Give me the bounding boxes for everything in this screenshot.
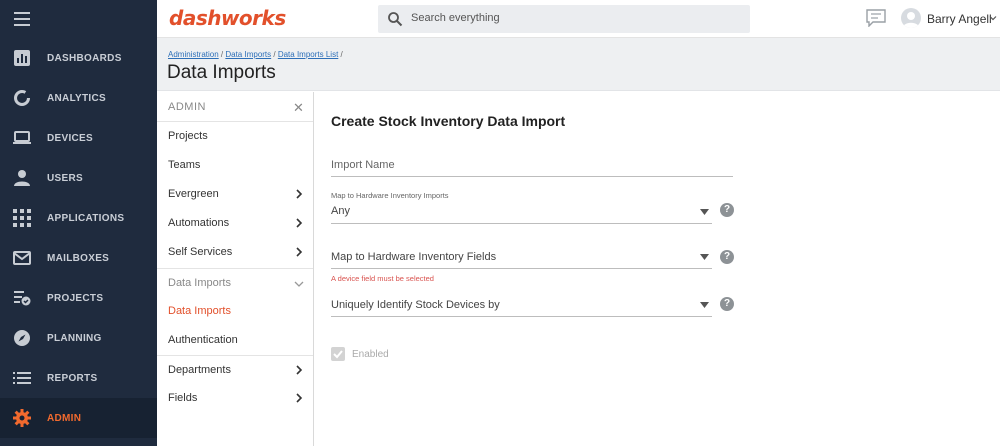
breadcrumb-link-data-imports[interactable]: Data Imports [225,50,271,59]
user-name[interactable]: Barry Angell [927,12,992,26]
hamburger-menu-icon[interactable] [14,12,30,26]
chat-icon[interactable] [866,9,886,27]
submenu-item-label: Teams [168,159,201,171]
help-icon[interactable]: ? [720,203,734,217]
nav-item-devices[interactable]: DEVICES [0,118,157,158]
nav-item-admin[interactable]: ADMIN [0,398,157,438]
submenu-item-label: Departments [168,364,231,376]
submenu-item-projects[interactable]: Projects [157,122,313,151]
logo[interactable]: dashworks [169,6,286,30]
hardware-imports-label: Map to Hardware Inventory Imports [331,191,449,200]
avatar[interactable] [901,8,921,28]
import-form: Create Stock Inventory Data Import Impor… [315,92,1000,446]
close-icon[interactable]: ✕ [293,100,304,116]
compass-icon [14,330,30,346]
search-icon [388,12,403,27]
admin-submenu: ADMIN ✕ Projects Teams Evergreen Automat… [157,92,314,446]
hardware-imports-value: Any [331,205,350,217]
import-name-field[interactable]: Import Name [331,152,733,177]
submenu-item-authentication[interactable]: Authentication [157,326,313,355]
user-icon [14,170,30,186]
submenu-item-departments[interactable]: Departments [157,355,313,384]
laptop-icon [13,131,31,144]
nav-item-planning[interactable]: PLANNING [0,318,157,358]
enabled-label: Enabled [352,349,389,360]
nav-item-reports[interactable]: REPORTS [0,358,157,398]
hardware-fields-placeholder: Map to Hardware Inventory Fields [331,251,497,263]
chevron-right-icon [296,247,303,257]
help-icon[interactable]: ? [720,250,734,264]
mail-icon [13,251,31,265]
submenu-group-data-imports[interactable]: Data Imports [157,268,313,297]
dropdown-arrow-icon [700,209,709,215]
breadcrumb-link-administration[interactable]: Administration [168,50,219,59]
grid-icon [13,209,31,227]
nav-label: DASHBOARDS [47,52,122,64]
submenu-item-label: Automations [168,217,230,229]
submenu-header: ADMIN ✕ [157,92,313,122]
checkmark-icon [333,350,343,359]
top-bar: dashworks Search everything Barry Angell [157,0,1000,38]
hardware-imports-select[interactable]: Map to Hardware Inventory Imports Any [331,190,712,224]
nav-item-projects[interactable]: PROJECTS [0,278,157,318]
submenu-item-label: Projects [168,130,208,142]
dropdown-arrow-icon [700,254,709,260]
submenu-item-label: Authentication [168,334,238,346]
submenu-item-data-imports[interactable]: Data Imports [157,297,313,326]
nav-label: ADMIN [47,412,82,424]
chevron-right-icon [296,189,303,199]
gear-icon [13,409,31,427]
hardware-fields-select[interactable]: Map to Hardware Inventory Fields [331,244,712,269]
submenu-item-fields[interactable]: Fields [157,384,313,413]
help-icon[interactable]: ? [720,297,734,311]
submenu-item-self-services[interactable]: Self Services [157,238,313,267]
submenu-item-automations[interactable]: Automations [157,209,313,238]
page-header: Administration / Data Imports / Data Imp… [157,38,1000,91]
import-name-input[interactable]: Import Name [331,159,395,171]
nav-label: PROJECTS [47,292,104,304]
submenu-item-label: Fields [168,392,198,404]
dropdown-arrow-icon [700,302,709,308]
project-icon [14,291,31,306]
submenu-title: ADMIN [168,101,206,113]
search-bar[interactable]: Search everything [378,5,750,33]
chevron-right-icon [296,218,303,228]
nav-item-dashboards[interactable]: DASHBOARDS [0,38,157,78]
chevron-right-icon [296,365,303,375]
breadcrumb: Administration / Data Imports / Data Imp… [168,50,343,59]
nav-item-users[interactable]: USERS [0,158,157,198]
submenu-item-label: Evergreen [168,188,219,200]
nav-label: REPORTS [47,372,98,384]
submenu-item-label: Data Imports [168,277,231,289]
chevron-down-icon[interactable] [989,14,997,22]
nav-item-applications[interactable]: APPLICATIONS [0,198,157,238]
nav-label: MAILBOXES [47,252,110,264]
left-nav: DASHBOARDS ANALYTICS DEVICES USERS APPLI… [0,0,157,446]
user-avatar-icon [903,12,919,28]
nav-label: DEVICES [47,132,94,144]
form-title: Create Stock Inventory Data Import [331,113,566,129]
nav-label: PLANNING [47,332,102,344]
bar-chart-icon [14,50,30,66]
submenu-item-teams[interactable]: Teams [157,151,313,180]
donut-icon [14,90,30,106]
chevron-right-icon [296,393,303,403]
nav-label: ANALYTICS [47,92,107,104]
page-title: Data Imports [167,62,276,83]
nav-item-mailboxes[interactable]: MAILBOXES [0,238,157,278]
breadcrumb-link-data-imports-list[interactable]: Data Imports List [278,50,338,59]
nav-item-analytics[interactable]: ANALYTICS [0,78,157,118]
hardware-fields-error: A device field must be selected [331,274,434,283]
submenu-item-label: Data Imports [168,305,231,317]
identify-devices-placeholder: Uniquely Identify Stock Devices by [331,299,500,311]
nav-label: USERS [47,172,83,184]
search-input[interactable]: Search everything [411,12,500,24]
identify-devices-select[interactable]: Uniquely Identify Stock Devices by [331,292,712,317]
nav-label: APPLICATIONS [47,212,125,224]
submenu-item-evergreen[interactable]: Evergreen [157,180,313,209]
submenu-item-label: Self Services [168,246,233,258]
chevron-down-icon [294,281,304,287]
list-icon [13,372,31,384]
enabled-checkbox[interactable] [331,347,345,361]
